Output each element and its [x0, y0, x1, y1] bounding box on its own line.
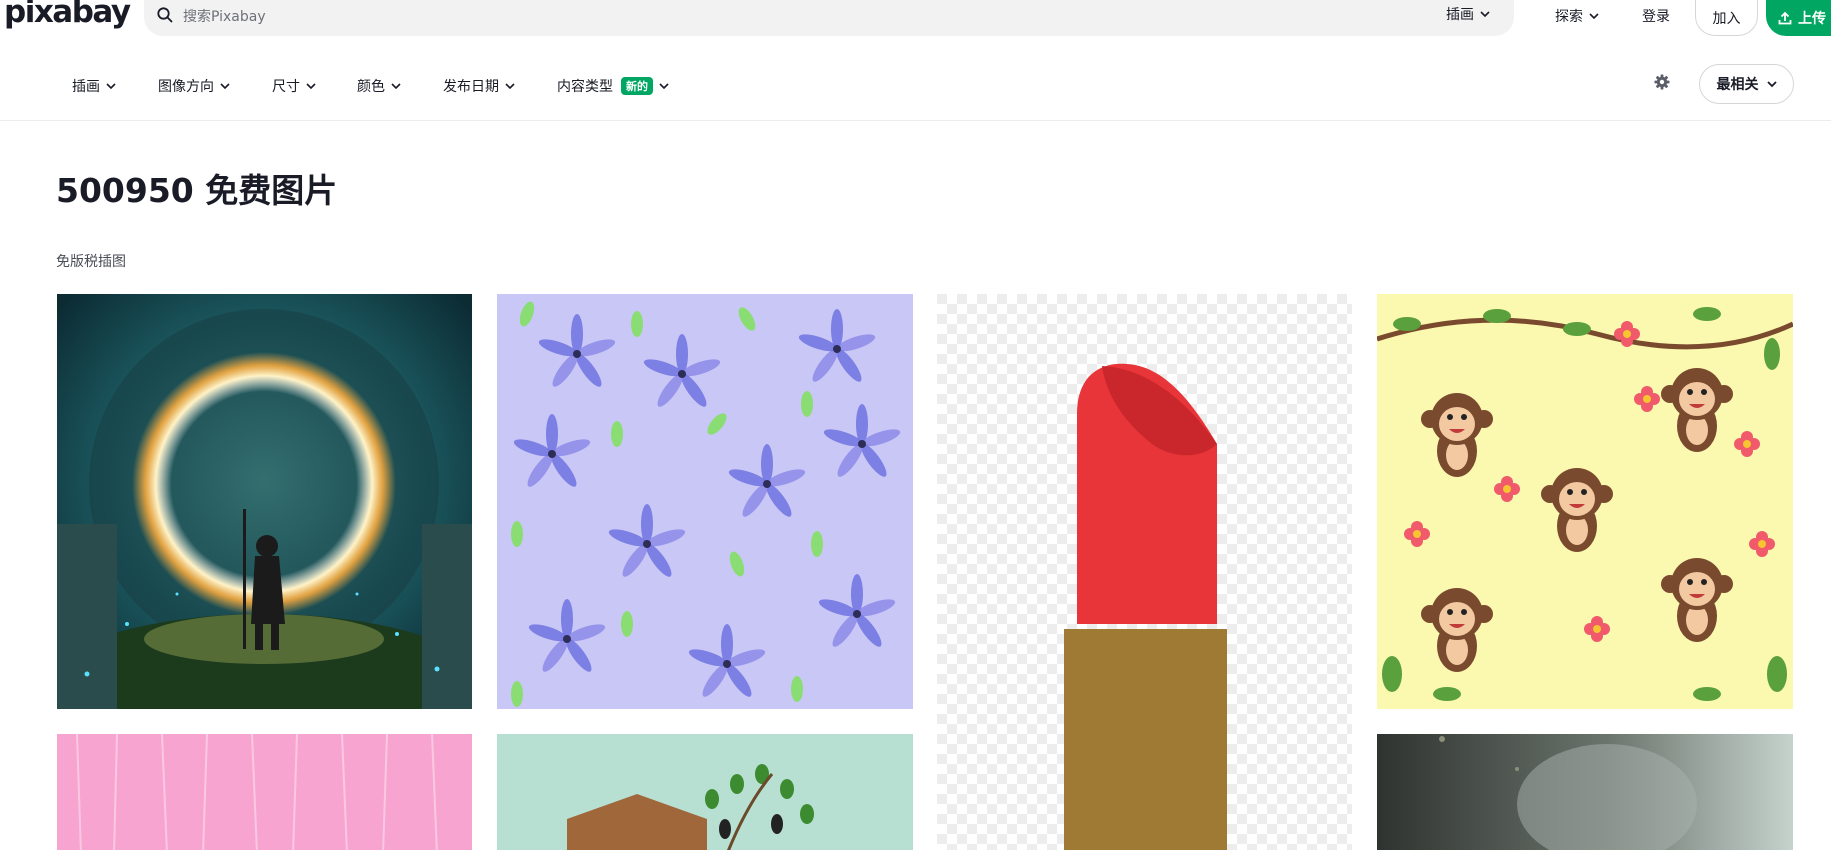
new-badge: 新的 [621, 77, 653, 95]
page: pixabay 搜索Pixabay 插画 探索 登录 加入 上传 插画 图像方向… [0, 0, 1831, 850]
upload-icon [1778, 11, 1792, 25]
explore-label: 探索 [1555, 9, 1583, 25]
search-input[interactable]: 搜索Pixabay [183, 6, 266, 26]
search-icon [157, 7, 173, 23]
explore-menu[interactable]: 探索 [1555, 6, 1599, 26]
blue-flower-pattern [497, 294, 913, 709]
image-card-forest-portal[interactable] [57, 294, 472, 709]
search-type-dropdown[interactable]: 插画 [1446, 4, 1490, 24]
chevron-down-icon [1589, 13, 1599, 20]
filter-label: 插画 [72, 79, 100, 95]
chevron-down-icon [505, 83, 515, 90]
pink-wood-texture [57, 734, 472, 850]
filter-content-type[interactable]: 内容类型 新的 [557, 76, 669, 96]
join-label: 加入 [1712, 11, 1741, 27]
chevron-down-icon [659, 83, 669, 90]
image-card-pink-wood[interactable] [57, 734, 472, 850]
search-type-label: 插画 [1446, 7, 1474, 23]
login-link[interactable]: 登录 [1642, 6, 1670, 26]
image-card-monkey-pattern[interactable] [1377, 294, 1793, 709]
red-lipstick [937, 294, 1352, 850]
filter-label: 发布日期 [443, 79, 499, 95]
filter-media-type[interactable]: 插画 [72, 76, 116, 96]
sort-dropdown[interactable]: 最相关 [1699, 64, 1794, 104]
filter-label: 图像方向 [158, 79, 214, 95]
chevron-down-icon [106, 83, 116, 90]
sort-label: 最相关 [1716, 77, 1759, 93]
top-bar: pixabay 搜索Pixabay 插画 探索 登录 加入 上传 [0, 0, 1831, 36]
filter-label: 颜色 [357, 79, 385, 95]
upload-label: 上传 [1798, 11, 1826, 27]
monkey-pattern [1377, 294, 1793, 709]
login-label: 登录 [1642, 9, 1670, 25]
gear-icon[interactable] [1653, 73, 1671, 91]
search-bar[interactable]: 搜索Pixabay 插画 [144, 0, 1514, 36]
filter-label: 尺寸 [272, 79, 300, 95]
image-card-flower-pattern[interactable] [497, 294, 913, 709]
chevron-down-icon [1766, 81, 1777, 88]
page-title: 500950 免费图片 [56, 171, 338, 210]
house-plant-illustration [497, 734, 913, 850]
chevron-down-icon [306, 83, 316, 90]
header-divider [0, 120, 1831, 121]
filter-publish-date[interactable]: 发布日期 [443, 76, 515, 96]
filter-color[interactable]: 颜色 [357, 76, 401, 96]
chevron-down-icon [1480, 11, 1490, 18]
pixabay-logo[interactable]: pixabay [4, 0, 131, 30]
filter-size[interactable]: 尺寸 [272, 76, 316, 96]
filter-label: 内容类型 [557, 79, 613, 95]
filter-orientation[interactable]: 图像方向 [158, 76, 230, 96]
forest-portal-illustration [57, 294, 472, 709]
chevron-down-icon [391, 83, 401, 90]
join-button[interactable]: 加入 [1695, 0, 1758, 36]
page-subtitle: 免版税插图 [56, 254, 126, 270]
upload-button[interactable]: 上传 [1766, 0, 1831, 36]
chevron-down-icon [220, 83, 230, 90]
image-card-house-plant[interactable] [497, 734, 913, 850]
smoke-photo [1377, 734, 1793, 850]
image-card-smoke[interactable] [1377, 734, 1793, 850]
image-card-lipstick[interactable] [937, 294, 1352, 850]
filter-bar: 插画 图像方向 尺寸 颜色 发布日期 内容类型 新的 [0, 60, 1831, 108]
